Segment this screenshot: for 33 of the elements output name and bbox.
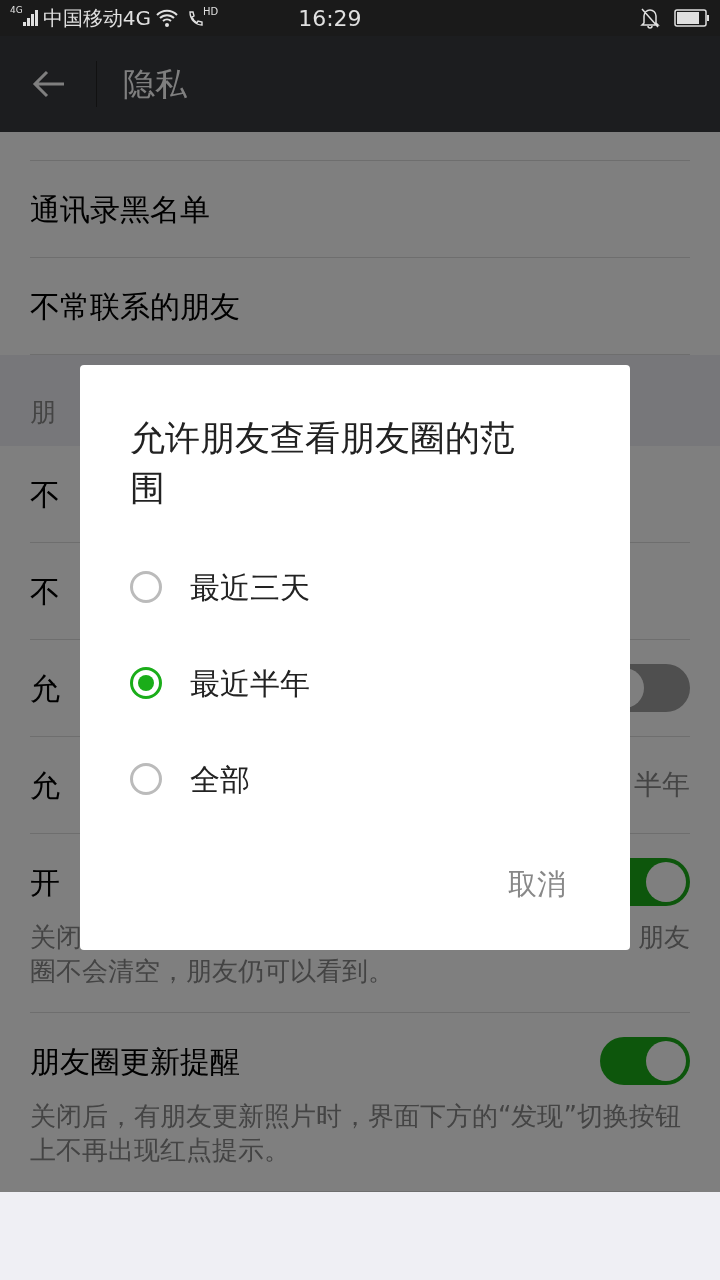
setting-label[interactable]: 允: [30, 665, 60, 711]
phone-icon: [186, 9, 203, 27]
setting-label[interactable]: 不: [30, 568, 60, 614]
page-title: 隐私: [123, 64, 187, 105]
clock: 16:29: [298, 4, 362, 33]
carrier-name: 中国移动4G: [42, 5, 151, 32]
setting-description: 关闭: [30, 921, 82, 954]
radio-option[interactable]: 全部: [130, 731, 580, 827]
radio-option[interactable]: 最近三天: [130, 539, 580, 635]
call-label: HD: [202, 5, 219, 19]
radio-button[interactable]: [130, 763, 162, 795]
network-label: 4G: [10, 4, 23, 17]
setting-value: 半年: [634, 767, 690, 803]
radio-button[interactable]: [130, 667, 162, 699]
setting-description: 朋友: [638, 921, 690, 954]
toggle-switch[interactable]: [600, 1037, 690, 1085]
wifi-icon: [154, 8, 179, 28]
radio-button[interactable]: [130, 571, 162, 603]
battery-icon: [674, 9, 710, 27]
setting-label[interactable]: 开: [30, 859, 60, 905]
back-arrow-icon[interactable]: [32, 69, 66, 99]
bell-off-icon: [640, 7, 660, 29]
setting-label[interactable]: 朋友圈更新提醒: [30, 1038, 240, 1084]
setting-description: 关闭后，有朋友更新照片时，界面下方的“发现”切换按钮上不再出现红点提示。: [30, 1100, 682, 1167]
setting-label[interactable]: 不常联系的朋友: [30, 283, 240, 329]
cancel-button[interactable]: 取消: [508, 863, 566, 907]
setting-description: 圈不会清空，朋友仍可以看到。: [30, 955, 395, 988]
signal-icon: [22, 10, 39, 26]
setting-label[interactable]: 允: [30, 762, 60, 808]
radio-option[interactable]: 最近半年: [130, 635, 580, 731]
setting-label[interactable]: 不: [30, 471, 60, 517]
dialog-title: 允许朋友查看朋友圈的范围: [130, 417, 516, 510]
setting-label[interactable]: 通讯录黑名单: [30, 186, 210, 232]
